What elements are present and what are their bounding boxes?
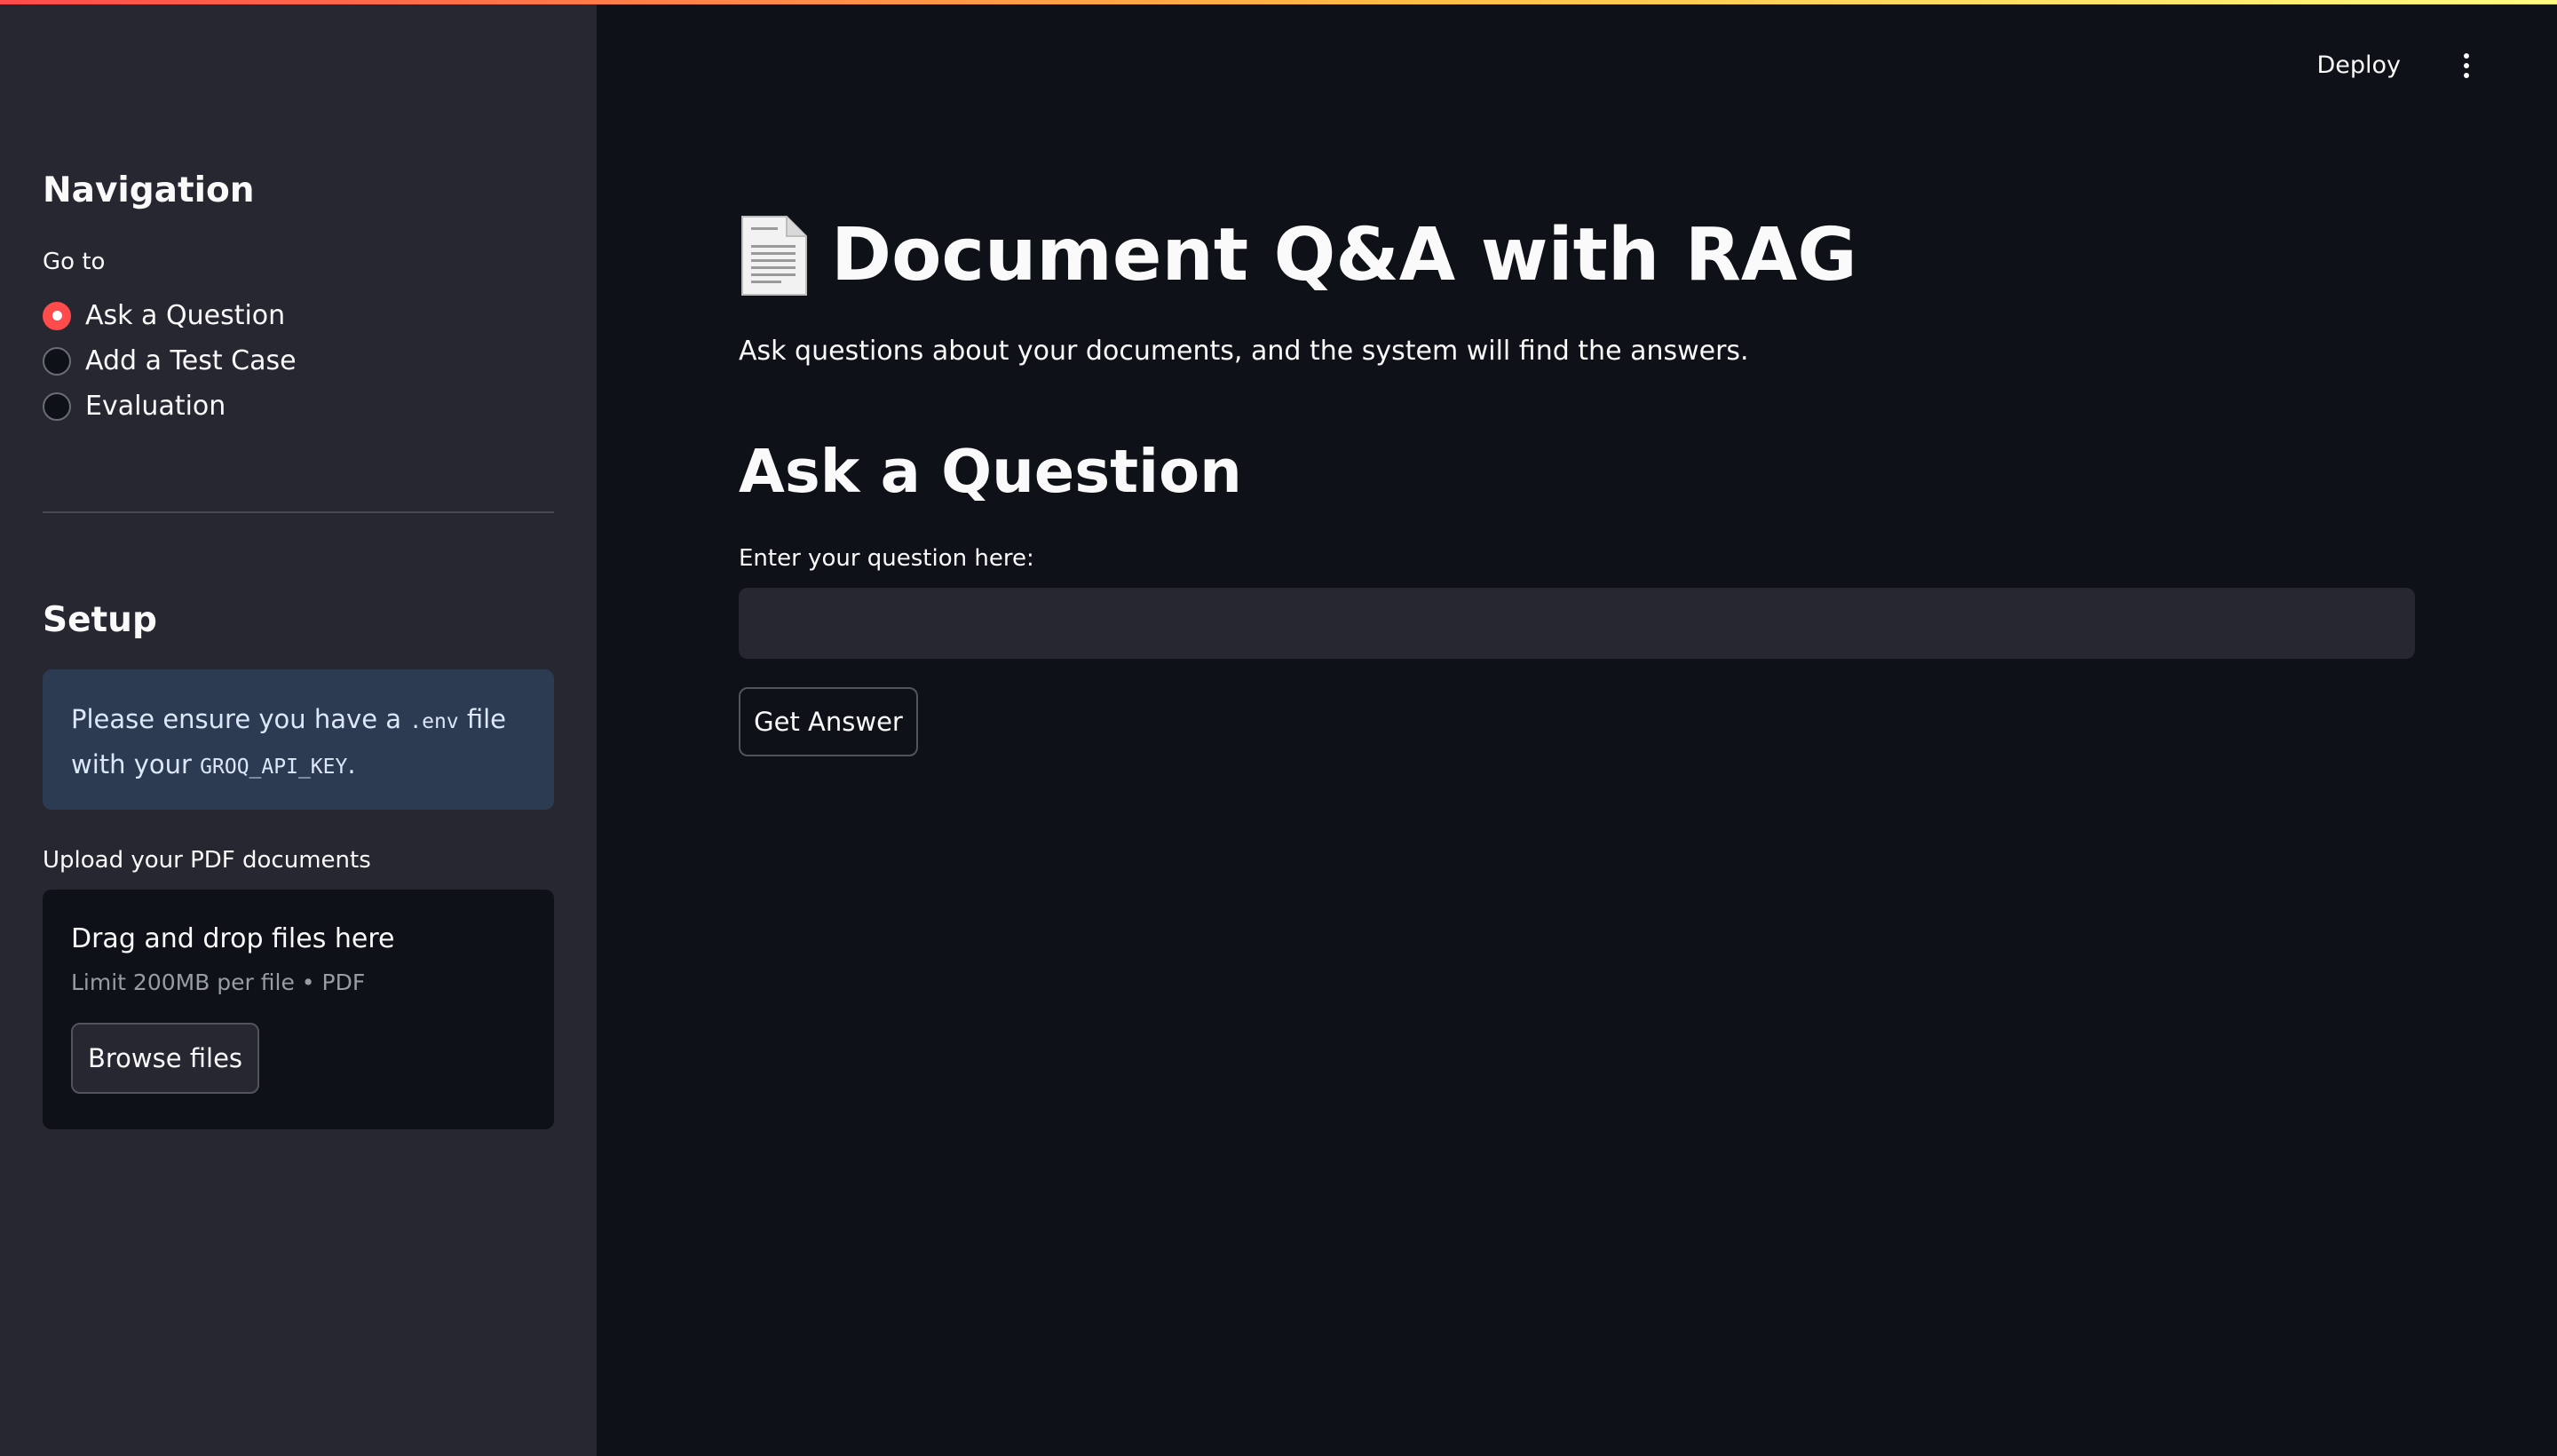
- page-subtitle: Ask questions about your documents, and …: [739, 336, 1749, 367]
- kebab-menu-icon[interactable]: [2440, 39, 2493, 92]
- page-title-row: Document Q&A with RAG: [739, 208, 1857, 304]
- goto-label: Go to: [43, 249, 106, 275]
- app-header-actions: Deploy: [2316, 39, 2557, 92]
- page-title: Document Q&A with RAG: [831, 213, 1857, 297]
- file-dropzone[interactable]: Drag and drop files here Limit 200MB per…: [43, 890, 554, 1129]
- radio-selected-icon[interactable]: [43, 301, 71, 330]
- upload-label: Upload your PDF documents: [43, 847, 371, 874]
- env-info-alert: Please ensure you have a .env file with …: [43, 669, 554, 810]
- get-answer-button[interactable]: Get Answer: [739, 687, 918, 756]
- browse-files-button[interactable]: Browse files: [71, 1023, 259, 1094]
- deploy-button[interactable]: Deploy: [2316, 39, 2401, 92]
- sidebar-divider: [43, 511, 554, 513]
- radio-unselected-icon[interactable]: [43, 392, 71, 421]
- radio-evaluation[interactable]: Evaluation: [43, 384, 297, 429]
- navigation-heading: Navigation: [43, 170, 255, 210]
- question-label: Enter your question here:: [739, 545, 1034, 572]
- radio-label[interactable]: Add a Test Case: [85, 344, 297, 379]
- question-input[interactable]: [739, 588, 2415, 659]
- env-file-code: .env: [409, 710, 459, 733]
- info-text: .: [347, 749, 356, 779]
- radio-label[interactable]: Ask a Question: [85, 298, 285, 334]
- radio-add-a-test-case[interactable]: Add a Test Case: [43, 338, 297, 384]
- section-heading: Ask a Question: [739, 437, 1242, 506]
- dropzone-title: Drag and drop files here: [71, 923, 395, 954]
- radio-unselected-icon[interactable]: [43, 346, 71, 376]
- top-decoration-bar: [0, 0, 2557, 4]
- dropzone-limit-text: Limit 200MB per file • PDF: [71, 969, 366, 995]
- info-text: Please ensure you have a: [71, 704, 410, 734]
- navigation-radio-group: Ask a Question Add a Test Case Evaluatio…: [43, 293, 297, 429]
- radio-label[interactable]: Evaluation: [85, 389, 226, 424]
- sidebar: Navigation Go to Ask a Question Add a Te…: [0, 0, 597, 1456]
- setup-heading: Setup: [43, 600, 157, 640]
- radio-ask-a-question[interactable]: Ask a Question: [43, 293, 297, 338]
- document-icon: [741, 216, 807, 296]
- api-key-code: GROQ_API_KEY: [200, 756, 348, 779]
